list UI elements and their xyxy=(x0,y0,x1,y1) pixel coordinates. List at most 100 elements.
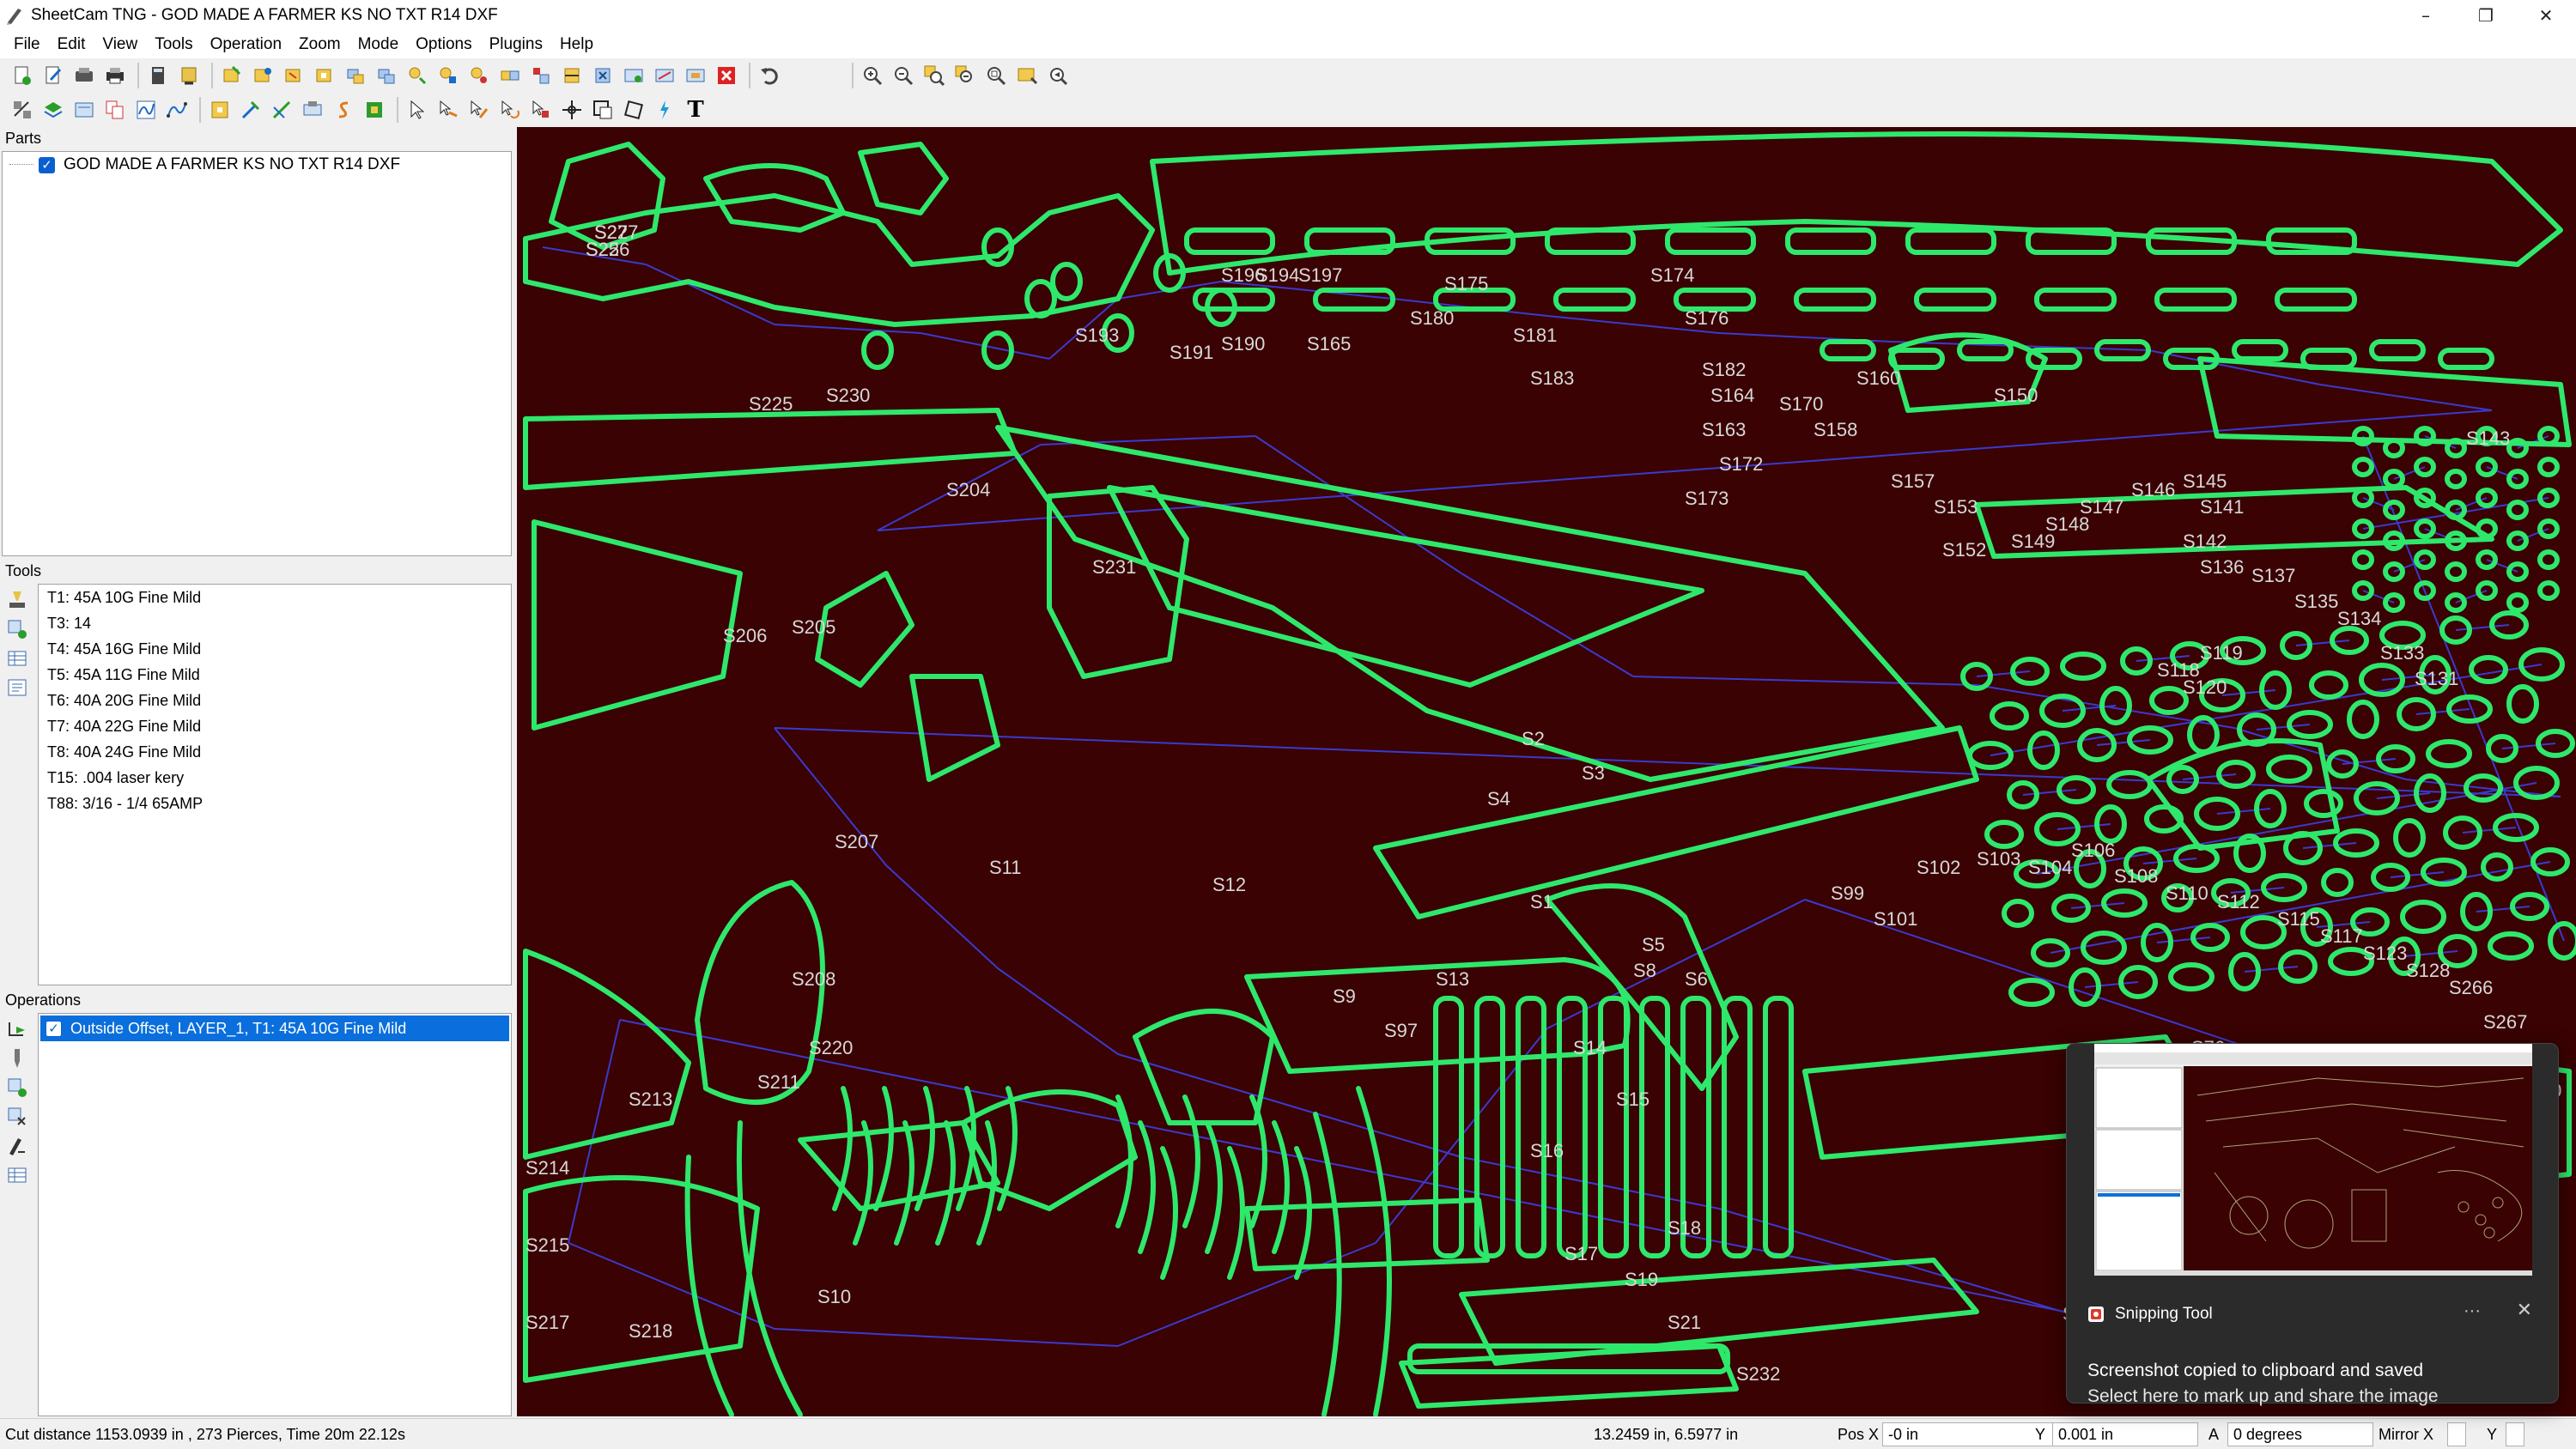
toast-more-button[interactable]: ··· xyxy=(2464,1301,2481,1321)
angle-input[interactable]: 0 degrees xyxy=(2227,1422,2373,1446)
zoom-in-button[interactable] xyxy=(859,62,886,89)
menu-edit[interactable]: Edit xyxy=(49,31,94,58)
rotate-button[interactable] xyxy=(620,96,647,124)
laser-pointer-button[interactable] xyxy=(651,96,678,124)
lead-in-button[interactable] xyxy=(465,96,493,124)
edit-job-button[interactable] xyxy=(39,62,67,89)
menu-help[interactable]: Help xyxy=(551,31,602,58)
layers-button[interactable] xyxy=(39,96,67,124)
zoom-extents-button[interactable] xyxy=(982,62,1010,89)
operation-tool-10-button[interactable] xyxy=(496,62,524,89)
new-drill-op-button[interactable] xyxy=(2,1044,33,1073)
edit-tool-4-button[interactable] xyxy=(299,96,326,124)
menu-operation[interactable]: Operation xyxy=(202,31,290,58)
maximize-button[interactable]: ❐ xyxy=(2456,0,2516,31)
menu-tools[interactable]: Tools xyxy=(146,31,201,58)
nest-button[interactable] xyxy=(9,96,36,124)
mirror-x-checkbox[interactable] xyxy=(2447,1422,2466,1446)
print-button[interactable] xyxy=(101,62,129,89)
copy-part-button[interactable] xyxy=(101,96,129,124)
delete-operation-button[interactable] xyxy=(713,62,740,89)
edit-tool-3-button[interactable] xyxy=(268,96,295,124)
calculator-button[interactable] xyxy=(144,62,172,89)
part-checkbox[interactable]: ✓ xyxy=(39,156,55,173)
save-job-button[interactable] xyxy=(70,62,98,89)
new-outline-op-button[interactable] xyxy=(2,1015,33,1044)
operation-tool-13-button[interactable] xyxy=(589,62,617,89)
tool-item[interactable]: T3: 14 xyxy=(39,610,511,636)
cut-direction-button[interactable] xyxy=(496,96,524,124)
menu-options[interactable]: Options xyxy=(407,31,480,58)
tool-item[interactable]: T15: .004 laser kery xyxy=(39,765,511,791)
operation-tool-3-button[interactable] xyxy=(280,62,307,89)
operation-tool-15-button[interactable] xyxy=(651,62,678,89)
sheet-button[interactable] xyxy=(70,96,98,124)
tool-item[interactable]: T5: 45A 11G Fine Mild xyxy=(39,662,511,688)
operation-tool-12-button[interactable] xyxy=(558,62,586,89)
toast-close-button[interactable]: ✕ xyxy=(2517,1300,2532,1321)
tool-item[interactable]: T6: 40A 20G Fine Mild xyxy=(39,688,511,713)
operation-tool-8-button[interactable] xyxy=(434,62,462,89)
post-process-button[interactable] xyxy=(175,62,203,89)
edit-tool-5-button[interactable] xyxy=(330,96,357,124)
operation-item-selected[interactable]: ✓ Outside Offset, LAYER_1, T1: 45A 10G F… xyxy=(40,1016,509,1041)
menu-view[interactable]: View xyxy=(94,31,146,58)
menu-file[interactable]: File xyxy=(5,31,49,58)
new-pocket-op-button[interactable] xyxy=(2,1073,33,1102)
new-tool-button[interactable] xyxy=(2,585,33,615)
tool-item[interactable]: T1: 45A 10G Fine Mild xyxy=(39,585,511,610)
operation-tool-11-button[interactable] xyxy=(527,62,555,89)
operation-tool-16-button[interactable] xyxy=(682,62,709,89)
tool-item[interactable]: T8: 40A 24G Fine Mild xyxy=(39,739,511,765)
operation-tool-7-button[interactable] xyxy=(404,62,431,89)
operation-table-button[interactable] xyxy=(2,1161,33,1190)
menu-zoom[interactable]: Zoom xyxy=(290,31,349,58)
select-tool-button[interactable] xyxy=(404,96,431,124)
zoom-out-button[interactable] xyxy=(890,62,917,89)
pos-y-input[interactable]: 0.001 in xyxy=(2052,1422,2198,1446)
new-manual-op-button[interactable] xyxy=(2,1131,33,1161)
close-button[interactable]: ✕ xyxy=(2516,0,2576,31)
operation-tool-1-button[interactable] xyxy=(218,62,246,89)
operation-tool-2-button[interactable] xyxy=(249,62,276,89)
edit-tool-6-button[interactable] xyxy=(361,96,388,124)
draw-line-button[interactable] xyxy=(163,96,191,124)
tool-item[interactable]: T7: 40A 22G Fine Mild xyxy=(39,713,511,739)
screenshot-thumbnail[interactable] xyxy=(2094,1044,2532,1276)
zoom-part-button[interactable] xyxy=(951,62,979,89)
operation-tool-4-button[interactable] xyxy=(311,62,338,89)
path-edit-button[interactable] xyxy=(132,96,160,124)
undo-button[interactable] xyxy=(756,62,783,89)
operation-tool-5-button[interactable] xyxy=(342,62,369,89)
start-point-button[interactable] xyxy=(434,96,462,124)
parts-tree[interactable]: ✓ GOD MADE A FARMER KS NO TXT R14 DXF xyxy=(2,151,512,556)
move-button[interactable] xyxy=(558,96,586,124)
operation-tool-14-button[interactable] xyxy=(620,62,647,89)
menu-plugins[interactable]: Plugins xyxy=(481,31,551,58)
snipping-tool-notification[interactable]: Snipping Tool ··· ✕ Screenshot copied to… xyxy=(2066,1043,2559,1406)
zoom-window-button[interactable] xyxy=(920,62,948,89)
menu-mode[interactable]: Mode xyxy=(349,31,408,58)
zoom-table-button[interactable] xyxy=(1013,62,1041,89)
tools-list[interactable]: T1: 45A 10G Fine Mild T3: 14 T4: 45A 16G… xyxy=(38,584,512,985)
tool-table-button[interactable] xyxy=(2,644,33,673)
minimize-button[interactable]: – xyxy=(2396,0,2456,31)
title-bar[interactable]: SheetCam TNG - GOD MADE A FARMER KS NO T… xyxy=(0,0,2576,31)
operations-list[interactable]: ✓ Outside Offset, LAYER_1, T1: 45A 10G F… xyxy=(38,1013,512,1416)
tool-item[interactable]: T4: 45A 16G Fine Mild xyxy=(39,636,511,662)
operation-tool-9-button[interactable] xyxy=(465,62,493,89)
edit-tool-button[interactable] xyxy=(2,615,33,644)
edit-tool-2-button[interactable] xyxy=(237,96,264,124)
tool-item[interactable]: T88: 3/16 - 1/4 65AMP xyxy=(39,791,511,816)
operation-tool-6-button[interactable] xyxy=(373,62,400,89)
tool-info-button[interactable] xyxy=(2,673,33,702)
operation-checkbox[interactable]: ✓ xyxy=(46,1020,62,1037)
scale-button[interactable] xyxy=(589,96,617,124)
part-row[interactable]: ✓ GOD MADE A FARMER KS NO TXT R14 DXF xyxy=(3,152,511,178)
pos-x-input[interactable]: -0 in xyxy=(1882,1422,2054,1446)
zoom-previous-button[interactable] xyxy=(1044,62,1072,89)
mirror-y-checkbox[interactable] xyxy=(2506,1422,2524,1446)
tabs-button[interactable] xyxy=(527,96,555,124)
new-job-button[interactable] xyxy=(9,62,36,89)
new-engrave-op-button[interactable] xyxy=(2,1102,33,1131)
